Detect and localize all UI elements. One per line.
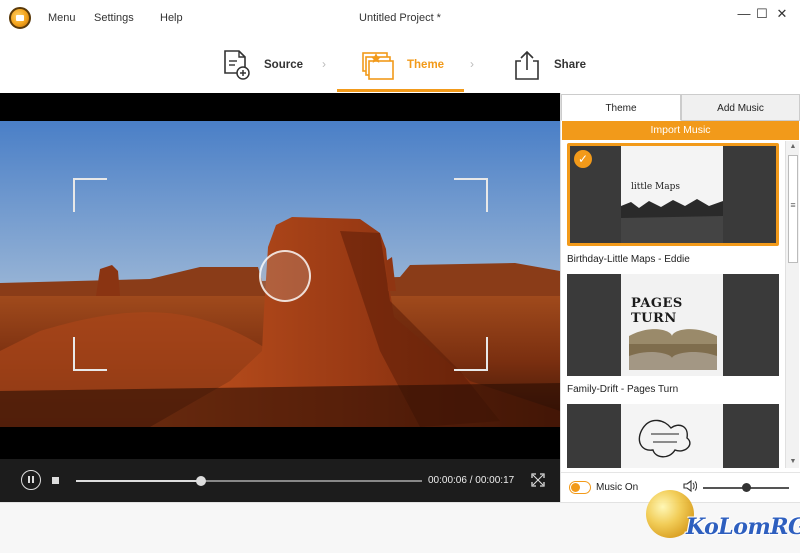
theme-stack-icon: [362, 52, 394, 80]
menu-settings[interactable]: Settings: [94, 12, 134, 24]
title-bar: Menu Settings Help Untitled Project * — …: [0, 0, 800, 36]
close-button[interactable]: ✕: [774, 6, 790, 22]
theme-preview-image: [621, 146, 723, 243]
maximize-button[interactable]: ☐: [754, 6, 770, 22]
step-bar: Source › Theme › Share: [0, 36, 800, 93]
volume-icon[interactable]: [683, 479, 697, 493]
chevron-right-icon: ›: [322, 57, 326, 71]
theme-name: Family-Drift - Pages Turn: [567, 384, 679, 395]
volume-slider-thumb[interactable]: [741, 483, 751, 492]
theme-thumbnail: little Maps: [621, 146, 723, 243]
video-frame[interactable]: [0, 121, 560, 427]
selected-check-icon: ✓: [574, 150, 592, 168]
menu-menu[interactable]: Menu: [48, 12, 76, 24]
focus-corner: [454, 337, 488, 371]
scrollbar-thumb[interactable]: [788, 155, 798, 263]
minimize-button[interactable]: —: [736, 6, 752, 22]
music-toggle[interactable]: [569, 481, 591, 494]
theme-card[interactable]: PAGES TURN: [567, 274, 779, 376]
pause-button[interactable]: [21, 470, 41, 490]
stop-button[interactable]: [52, 477, 59, 484]
step-source-label: Source: [264, 59, 303, 71]
music-on-label: Music On: [596, 482, 639, 493]
theme-card[interactable]: little Maps ✓: [567, 143, 779, 246]
scroll-up-icon[interactable]: ▲: [786, 141, 800, 153]
step-source[interactable]: Source: [222, 44, 303, 86]
scroll-down-icon[interactable]: ▼: [786, 456, 800, 468]
menu-help[interactable]: Help: [160, 12, 183, 24]
player-controls: 00:00:06 / 00:00:17: [0, 459, 560, 502]
seek-bar[interactable]: [76, 476, 422, 486]
theme-card[interactable]: [567, 404, 779, 468]
watermark-text: KoLomRG: [686, 514, 800, 540]
panel-tabs: Theme Add Music: [561, 94, 800, 121]
theme-thumbnail: PAGES TURN: [621, 274, 723, 376]
focus-corner: [73, 337, 107, 371]
video-preview: 00:00:06 / 00:00:17: [0, 93, 560, 502]
theme-thumb-title: little Maps: [631, 182, 681, 192]
focus-corner: [454, 178, 488, 212]
theme-panel: Theme Add Music Import Music little Maps…: [560, 93, 800, 502]
step-share[interactable]: Share: [512, 44, 586, 86]
focus-corner: [73, 178, 107, 212]
time-display: 00:00:06 / 00:00:17: [428, 475, 515, 486]
step-theme[interactable]: Theme: [361, 44, 444, 86]
app-logo-icon: [9, 7, 31, 29]
fullscreen-icon[interactable]: [531, 473, 545, 487]
theme-list-scrollbar[interactable]: ▲ ▼: [785, 141, 799, 468]
document-add-icon: [224, 50, 250, 80]
share-upload-icon: [515, 50, 539, 80]
theme-thumb-title: PAGES TURN: [631, 296, 683, 326]
seek-bar-thumb[interactable]: [195, 476, 206, 486]
theme-preview-image: [621, 404, 723, 468]
theme-name: Birthday-Little Maps - Eddie: [567, 254, 690, 265]
theme-thumbnail: [621, 404, 723, 468]
chevron-right-icon: ›: [470, 57, 474, 71]
tab-theme[interactable]: Theme: [561, 94, 681, 121]
import-music-button[interactable]: Import Music: [562, 121, 799, 140]
volume-slider[interactable]: [703, 483, 789, 492]
tab-add-music[interactable]: Add Music: [681, 94, 800, 121]
step-share-label: Share: [554, 59, 586, 71]
theme-list: little Maps ✓ Birthday-Little Maps - Edd…: [561, 141, 785, 468]
focus-point-handle[interactable]: [259, 250, 311, 302]
seek-bar-progress: [76, 480, 201, 482]
active-step-indicator: [337, 89, 464, 92]
step-theme-label: Theme: [407, 59, 445, 71]
